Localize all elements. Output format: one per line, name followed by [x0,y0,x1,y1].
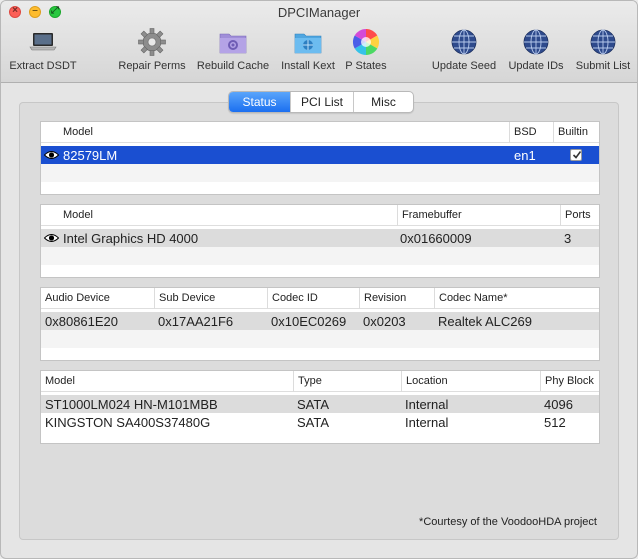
update-seed-label: Update Seed [431,60,497,72]
p-states-label: P States [345,60,387,72]
rebuild-cache-label: Rebuild Cache [196,60,270,72]
update-seed-button[interactable]: Update Seed [428,27,500,79]
type-cell: SATA [297,397,330,412]
column-header-phy-block[interactable]: Phy Block [540,371,601,392]
column-header-model[interactable]: Model [59,205,397,226]
phy-block-cell: 4096 [544,397,573,412]
tab-misc[interactable]: Misc [354,92,413,112]
color-wheel-icon [352,28,380,56]
column-header-framebuffer[interactable]: Framebuffer [397,205,560,226]
title-bar: × – ⤢ DPCIManager Extract DSDT Repair Pe… [1,1,637,83]
bsd-cell: en1 [514,148,536,163]
globe-icon [523,29,549,55]
column-header-audio-device[interactable]: Audio Device [41,288,154,309]
column-header-codec-id[interactable]: Codec ID [267,288,359,309]
tab-pci-list[interactable]: PCI List [291,92,354,112]
model-cell: KINGSTON SA400S37480G [45,415,211,430]
extract-dsdt-button[interactable]: Extract DSDT [5,27,81,79]
column-header-type[interactable]: Type [293,371,401,392]
table-row-empty [41,247,599,265]
type-cell: SATA [297,415,330,430]
framebuffer-cell: 0x01660009 [400,231,472,246]
table-header: Model Framebuffer Ports [41,205,599,226]
update-ids-button[interactable]: Update IDs [504,27,568,79]
repair-perms-label: Repair Perms [118,60,186,72]
repair-perms-button[interactable]: Repair Perms [114,27,190,79]
ports-cell: 3 [564,231,572,246]
folder-gear-icon [219,33,247,54]
codec-name-cell: Realtek ALC269 [438,314,532,329]
app-window: × – ⤢ DPCIManager Extract DSDT Repair Pe… [0,0,638,559]
table-header: Model BSD Builtin [41,122,599,143]
storage-table[interactable]: Model Type Location Phy Block ST1000LM02… [40,370,600,444]
builtin-checkbox[interactable] [570,149,582,161]
table-header: Model Type Location Phy Block [41,371,599,392]
eye-icon [44,234,59,242]
rebuild-cache-button[interactable]: Rebuild Cache [194,27,272,79]
install-kext-button[interactable]: Install Kext [276,27,340,79]
column-header-bsd[interactable]: BSD [509,122,553,143]
update-ids-label: Update IDs [508,60,564,72]
codec-id-cell: 0x10EC0269 [271,314,347,329]
globe-icon [451,29,477,55]
revision-cell: 0x0203 [363,314,406,329]
extract-dsdt-label: Extract DSDT [9,60,77,72]
gear-icon [138,28,166,56]
audio-table[interactable]: Audio Device Sub Device Codec ID Revisio… [40,287,600,361]
window-title: DPCIManager [277,5,361,20]
model-cell: 82579LM [63,148,118,163]
table-row[interactable]: 0x80861E20 0x17AA21F6 0x10EC0269 0x0203 … [41,312,599,330]
column-header-ports[interactable]: Ports [560,205,601,226]
p-states-button[interactable]: P States [342,27,390,79]
table-row-empty [41,164,599,182]
globe-icon [590,29,616,55]
table-row[interactable]: ST1000LM024 HN-M101MBB SATA Internal 409… [41,395,599,413]
table-header: Audio Device Sub Device Codec ID Revisio… [41,288,599,309]
footnote: *Courtesy of the VoodooHDA project [419,516,597,528]
table-row-empty [41,330,599,348]
model-cell: Intel Graphics HD 4000 [63,231,199,246]
table-row[interactable]: KINGSTON SA400S37480G SATA Internal 512 [41,413,599,431]
sub-device-cell: 0x17AA21F6 [158,314,234,329]
column-header-model[interactable]: Model [59,122,509,143]
checkmark-icon [572,151,582,159]
column-header-location[interactable]: Location [401,371,540,392]
tab-status[interactable]: Status [229,92,291,112]
table-row[interactable]: 82579LM en1 [41,146,599,164]
eye-icon [44,151,59,159]
audio-device-cell: 0x80861E20 [45,314,119,329]
table-row[interactable]: Intel Graphics HD 4000 0x01660009 3 [41,229,599,247]
column-header-revision[interactable]: Revision [359,288,434,309]
install-kext-label: Install Kext [281,60,335,72]
column-header-codec-name[interactable]: Codec Name* [434,288,601,309]
column-header-builtin[interactable]: Builtin [553,122,601,143]
laptop-icon [29,33,57,51]
submit-list-button[interactable]: Submit List [571,27,635,79]
location-cell: Internal [405,397,449,412]
network-table[interactable]: Model BSD Builtin 82579LM en1 [40,121,600,195]
phy-block-cell: 512 [544,415,566,430]
tab-bar: Status PCI List Misc [228,91,414,113]
folder-globe-icon [294,33,322,54]
column-header-model[interactable]: Model [41,371,293,392]
location-cell: Internal [405,415,449,430]
submit-list-label: Submit List [575,60,631,72]
model-cell: ST1000LM024 HN-M101MBB [45,397,218,412]
graphics-table[interactable]: Model Framebuffer Ports Intel Graphics H… [40,204,600,278]
column-header-sub-device[interactable]: Sub Device [154,288,267,309]
